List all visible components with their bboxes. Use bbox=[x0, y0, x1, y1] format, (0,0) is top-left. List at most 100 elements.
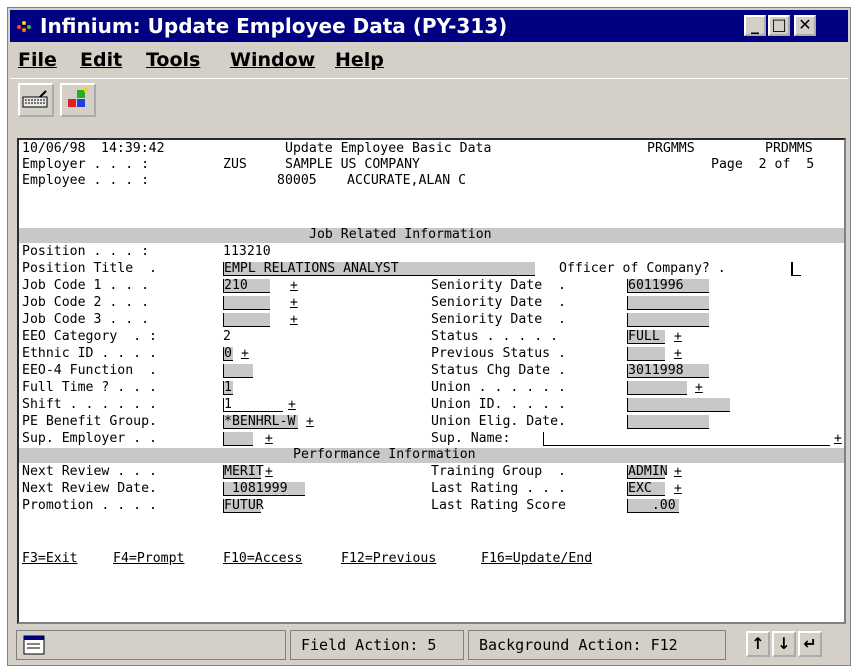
union-prompt[interactable]: + bbox=[695, 381, 703, 395]
last-rating-prompt[interactable]: + bbox=[674, 482, 682, 496]
position-title-label: Position Title . bbox=[22, 261, 157, 276]
sup-employer-field[interactable] bbox=[223, 432, 253, 446]
training-group-label: Training Group . bbox=[431, 464, 566, 479]
sup-name-prompt[interactable]: + bbox=[834, 432, 842, 446]
employee-id: 80005 bbox=[277, 173, 317, 188]
next-review-date-field[interactable]: 1081999 bbox=[223, 482, 305, 496]
menu-window[interactable]: Window bbox=[230, 49, 315, 71]
f3-exit-key[interactable]: F3=Exit bbox=[22, 551, 78, 567]
field-action-status: Field Action: 5 bbox=[290, 630, 464, 660]
employer-code: ZUS bbox=[223, 157, 247, 172]
window-title: Infinium: Update Employee Data (PY-313) bbox=[40, 14, 508, 38]
union-id-field[interactable] bbox=[627, 398, 730, 412]
employer-label: Employer . . . : bbox=[22, 157, 150, 172]
job-code-2-prompt[interactable]: + bbox=[290, 296, 298, 310]
close-button[interactable]: ✕ bbox=[794, 15, 816, 36]
sup-name-field[interactable] bbox=[543, 432, 830, 446]
job-code-3-field[interactable] bbox=[223, 313, 270, 327]
ethnic-id-label: Ethnic ID . . . . bbox=[22, 346, 157, 361]
eeo-category-label: EEO Category . : bbox=[22, 329, 157, 344]
menu-help[interactable]: Help bbox=[335, 49, 384, 71]
status-icon-panel bbox=[16, 630, 286, 660]
f4-prompt-key[interactable]: F4=Prompt bbox=[113, 551, 184, 567]
last-rating-score-field[interactable]: .00 bbox=[627, 499, 679, 513]
keyboard-button[interactable] bbox=[18, 83, 54, 117]
previous-status-label: Previous Status . bbox=[431, 346, 566, 361]
application-window: Infinium: Update Employee Data (PY-313) … bbox=[7, 7, 851, 666]
union-elig-date-label: Union Elig. Date. bbox=[431, 414, 566, 429]
eeo-category-value: 2 bbox=[223, 329, 231, 344]
job-code-3-label: Job Code 3 . . . bbox=[22, 312, 150, 327]
job-code-1-prompt[interactable]: + bbox=[290, 279, 298, 293]
next-review-prompt[interactable]: + bbox=[265, 465, 273, 479]
title-bar[interactable]: Infinium: Update Employee Data (PY-313) … bbox=[10, 10, 848, 42]
f16-update-end-key[interactable]: F16=Update/End bbox=[481, 551, 592, 567]
previous-status-field[interactable] bbox=[627, 347, 665, 361]
minimize-button[interactable]: _ bbox=[744, 15, 766, 36]
ethnic-id-prompt[interactable]: + bbox=[241, 347, 249, 361]
shift-label: Shift . . . . . . bbox=[22, 397, 157, 412]
union-field[interactable] bbox=[627, 381, 687, 395]
last-rating-label: Last Rating . . . bbox=[431, 481, 566, 496]
seniority-date-3-label: Seniority Date . bbox=[431, 312, 566, 327]
program-id: PRGMMS bbox=[647, 141, 695, 156]
screen-list-icon[interactable] bbox=[23, 635, 45, 655]
full-time-field[interactable]: 1 bbox=[223, 381, 233, 395]
page-indicator: Page 2 of 5 bbox=[711, 157, 815, 172]
job-section-banner: Job Related Information bbox=[19, 227, 844, 243]
infinium-logo-icon bbox=[16, 18, 34, 34]
arrow-down-button[interactable]: ↓ bbox=[772, 631, 796, 657]
pe-benefit-group-field[interactable]: *BENHRL-W bbox=[223, 415, 298, 429]
job-code-2-label: Job Code 2 . . . bbox=[22, 295, 150, 310]
job-code-2-field[interactable] bbox=[223, 296, 270, 310]
union-elig-date-field[interactable] bbox=[627, 415, 709, 429]
full-time-label: Full Time ? . . . bbox=[22, 380, 157, 395]
perf-section-title: Performance Information bbox=[293, 447, 476, 462]
f12-previous-key[interactable]: F12=Previous bbox=[341, 551, 436, 567]
screen-date: 10/06/98 bbox=[22, 141, 86, 156]
status-prompt[interactable]: + bbox=[674, 330, 682, 344]
library-id: PRDMMS bbox=[765, 141, 813, 156]
arrow-up-button[interactable]: ↑ bbox=[746, 631, 770, 657]
graphics-button[interactable] bbox=[60, 83, 96, 117]
background-action-status: Background Action: F12 bbox=[468, 630, 726, 660]
next-review-label: Next Review . . . bbox=[22, 464, 157, 479]
promotion-label: Promotion . . . . bbox=[22, 498, 157, 513]
eeo4-function-field[interactable] bbox=[223, 364, 253, 378]
status-field[interactable]: FULL bbox=[627, 330, 665, 344]
pe-benefit-group-prompt[interactable]: + bbox=[306, 415, 314, 429]
seniority-date-1-field[interactable]: 6011996 bbox=[627, 279, 709, 293]
job-code-3-prompt[interactable]: + bbox=[290, 313, 298, 327]
menu-tools[interactable]: Tools bbox=[146, 49, 200, 71]
job-code-1-field[interactable]: 210 bbox=[223, 279, 270, 293]
training-group-field[interactable]: ADMIN bbox=[627, 465, 668, 479]
arrow-up-icon: ↑ bbox=[751, 634, 765, 653]
ethnic-id-field[interactable]: 0 bbox=[223, 347, 233, 361]
previous-status-prompt[interactable]: + bbox=[674, 347, 682, 361]
position-title-field[interactable]: EMPL RELATIONS ANALYST bbox=[223, 262, 535, 276]
status-chg-date-field[interactable]: 3011998 bbox=[627, 364, 709, 378]
shift-prompt[interactable]: + bbox=[288, 398, 296, 412]
colored-blocks-icon bbox=[68, 88, 88, 107]
terminal-screen: 10/06/98 14:39:42 Update Employee Basic … bbox=[17, 138, 846, 624]
menu-edit[interactable]: Edit bbox=[80, 49, 122, 71]
f10-access-key[interactable]: F10=Access bbox=[223, 551, 302, 567]
shift-field[interactable]: 1 bbox=[223, 398, 283, 412]
seniority-date-1-label: Seniority Date . bbox=[431, 278, 566, 293]
last-rating-field[interactable]: EXC bbox=[627, 482, 665, 496]
sup-name-label: Sup. Name: bbox=[431, 431, 511, 446]
menu-bar: File Edit Tools Window Help bbox=[10, 45, 848, 75]
perf-section-banner: Performance Information bbox=[19, 447, 844, 463]
promotion-field[interactable]: FUTUR bbox=[223, 499, 264, 513]
enter-button[interactable]: ↵ bbox=[798, 631, 822, 657]
employee-name: ACCURATE,ALAN C bbox=[347, 173, 467, 188]
training-group-prompt[interactable]: + bbox=[674, 465, 682, 479]
maximize-button[interactable]: □ bbox=[768, 15, 790, 36]
menu-file[interactable]: File bbox=[18, 49, 57, 71]
sup-employer-prompt[interactable]: + bbox=[265, 432, 273, 446]
seniority-date-3-field[interactable] bbox=[627, 313, 709, 327]
next-review-field[interactable]: MERIT bbox=[223, 465, 264, 479]
seniority-date-2-field[interactable] bbox=[627, 296, 709, 310]
enter-arrow-icon: ↵ bbox=[803, 634, 817, 653]
officer-field[interactable] bbox=[791, 262, 801, 276]
